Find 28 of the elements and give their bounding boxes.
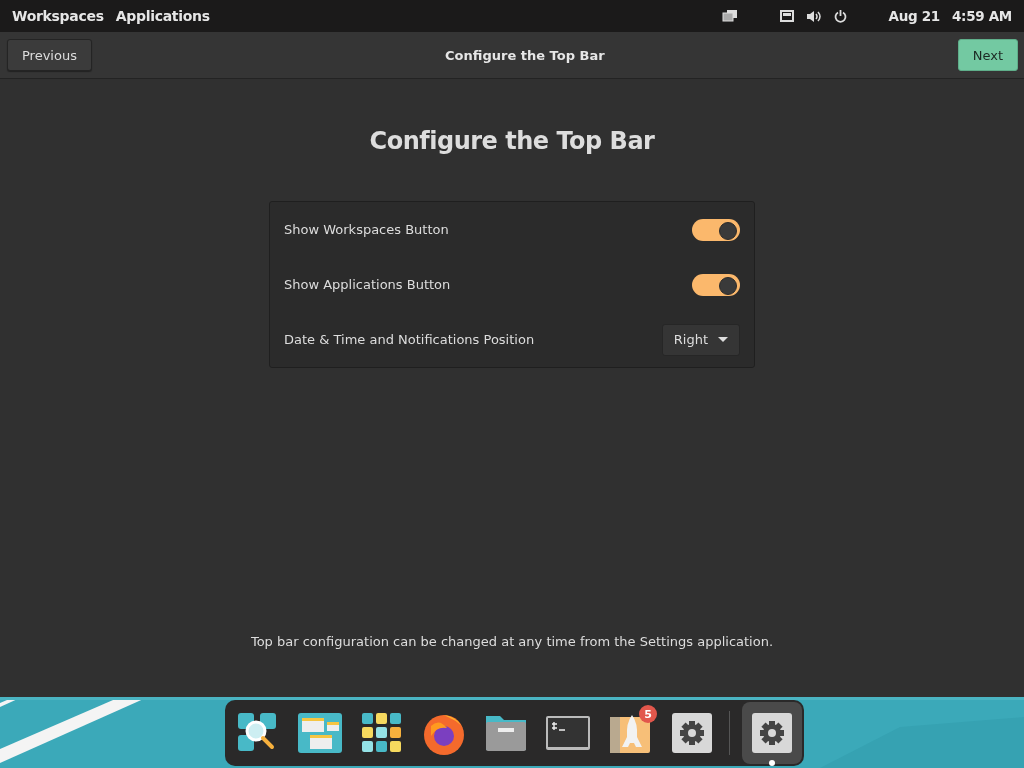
notification-badge: 5 <box>639 705 657 723</box>
date-label[interactable]: Aug 21 <box>888 8 940 24</box>
toggle-switch[interactable] <box>692 218 740 241</box>
window-title: Configure the Top Bar <box>445 47 605 63</box>
time-label[interactable]: 4:59 AM <box>951 8 1012 24</box>
volume-icon[interactable] <box>805 9 822 23</box>
power-icon[interactable] <box>833 9 847 23</box>
toggle-switch[interactable] <box>692 273 740 296</box>
windows-icon <box>298 713 342 753</box>
footnote-text: Top bar configuration can be changed at any time from the Settings application. <box>250 634 774 649</box>
applications-button[interactable]: Applications <box>115 8 210 24</box>
caret-icon <box>718 336 728 343</box>
workspaces-button[interactable]: Workspaces <box>12 8 104 24</box>
setting-label: Date & Time and Notifications Position <box>284 332 535 347</box>
dock-item[interactable] <box>742 702 802 764</box>
previous-button[interactable]: Previous <box>7 39 92 71</box>
setting-label: Show Workspaces Button <box>284 222 449 237</box>
app-grid-icon <box>362 713 402 753</box>
display-icon[interactable] <box>721 9 738 23</box>
next-button[interactable]: Next <box>957 39 1018 71</box>
folder-icon <box>484 713 528 753</box>
page-heading: Configure the Top Bar <box>369 127 655 155</box>
setting-label: Show Applications Button <box>284 277 451 292</box>
position-dropdown[interactable]: Right <box>661 323 740 356</box>
dock-item[interactable]: 5 <box>605 704 655 762</box>
settings-icon <box>752 713 792 753</box>
settings-icon <box>672 713 712 753</box>
terminal-icon <box>546 716 590 750</box>
